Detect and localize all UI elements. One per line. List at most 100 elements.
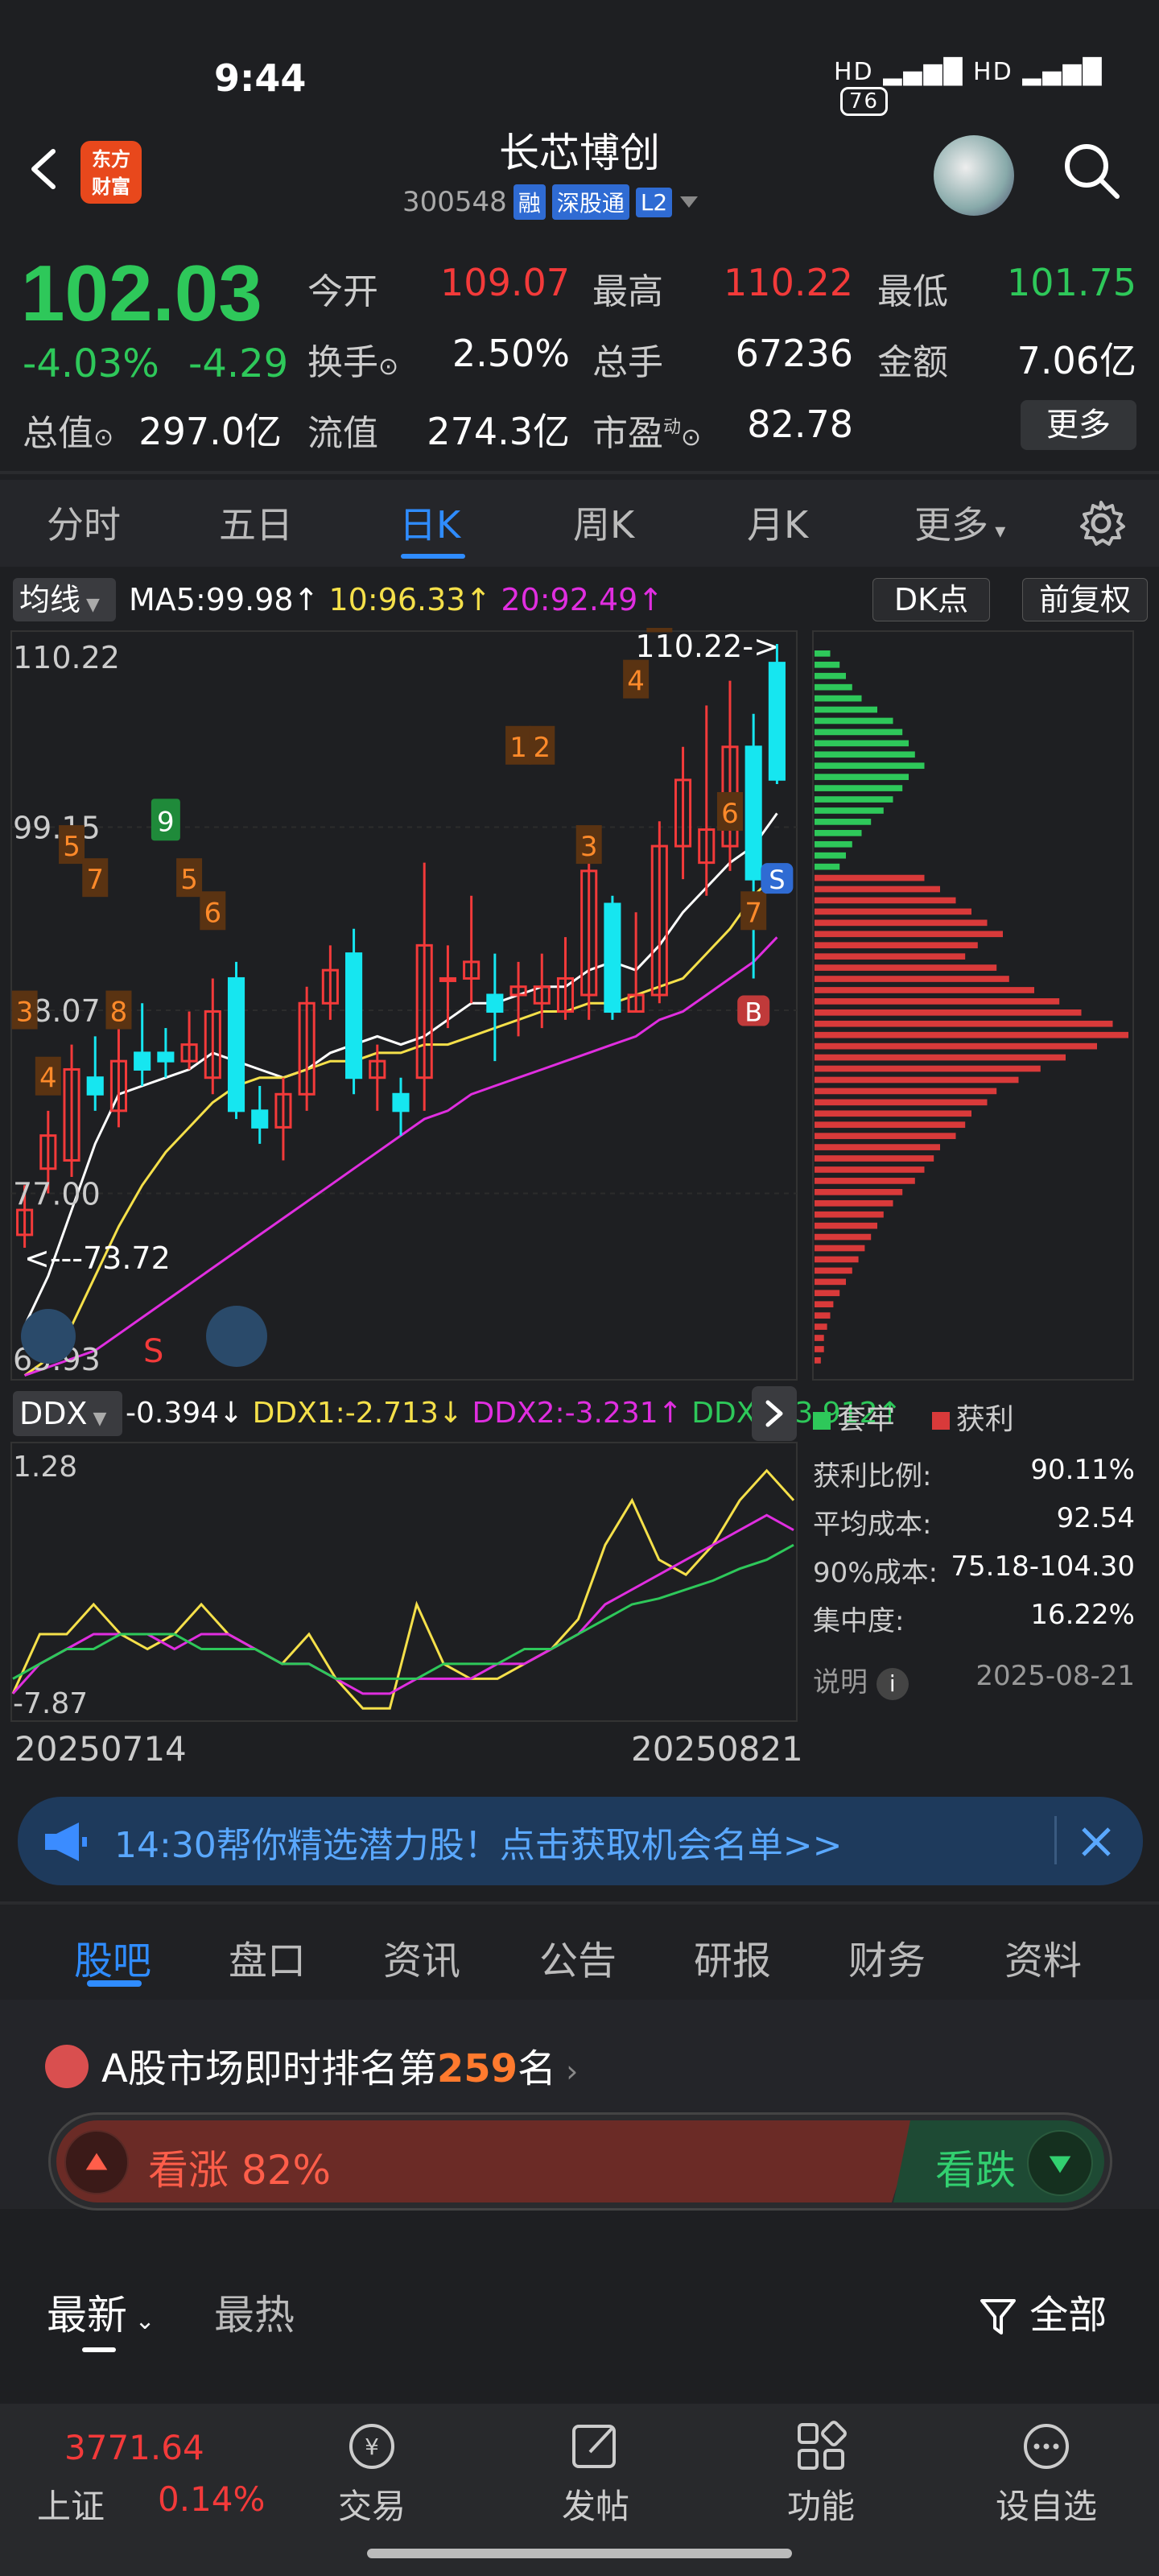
nav-add-watchlist[interactable]: 设自选 bbox=[982, 2418, 1111, 2529]
chip-bar-trapped bbox=[815, 852, 846, 859]
current-price: 102.03 bbox=[21, 249, 262, 337]
floatcap-value: 274.3亿 bbox=[427, 410, 570, 453]
stock-code: 300548 bbox=[402, 186, 507, 218]
td-count-number: 5 bbox=[180, 864, 198, 896]
dk-point-button[interactable]: DK点 bbox=[872, 578, 990, 621]
chip-bar-profit bbox=[815, 908, 971, 915]
ddx-value: -0.394↓ bbox=[126, 1397, 244, 1430]
ddx-selector[interactable]: DDX ▼ bbox=[13, 1391, 122, 1436]
mktcap-label[interactable]: 总值⊙ bbox=[23, 404, 113, 456]
tab-orderbook[interactable]: 盘口 bbox=[229, 1929, 306, 1985]
tab-weekly-k[interactable]: 周K bbox=[573, 496, 634, 549]
index-value[interactable]: 3771.64 bbox=[64, 2428, 204, 2467]
candle-body bbox=[157, 1051, 175, 1063]
chip-bar-profit bbox=[815, 1290, 840, 1297]
triangle-up-icon[interactable] bbox=[64, 2130, 129, 2194]
chip-note[interactable]: 说明 i 2025-08-21 bbox=[813, 1660, 1135, 1708]
kline-chart[interactable]: 110.2299.1588.0777.0065.93110.22-><---73… bbox=[0, 628, 805, 1385]
close-icon[interactable] bbox=[1075, 1821, 1117, 1863]
ma-values: MA5:99.98↑ 10:96.33↑ 20:92.49↑ bbox=[129, 578, 663, 621]
ddx-chart[interactable]: 1.28 -7.87 bbox=[0, 1441, 805, 1723]
back-arrow-icon[interactable] bbox=[18, 143, 69, 195]
tab-announcements[interactable]: 公告 bbox=[539, 1929, 617, 1985]
ddx2-value: DDX2:-3.231↑ bbox=[472, 1397, 683, 1430]
chip-bar-trapped bbox=[815, 683, 852, 691]
active-tab-indicator bbox=[87, 1980, 142, 1987]
feed-sort-hot[interactable]: 最热 bbox=[214, 2283, 295, 2341]
y-axis-label: 110.22 bbox=[13, 640, 120, 675]
index-name[interactable]: 上证 bbox=[37, 2479, 105, 2529]
nav-trade[interactable]: ¥ 交易 bbox=[307, 2418, 436, 2529]
candle-body bbox=[604, 902, 621, 1013]
more-button[interactable]: 更多 bbox=[1021, 400, 1136, 450]
dropdown-triangle-icon bbox=[680, 196, 699, 208]
vote-up-label[interactable]: 看涨 82% bbox=[148, 2138, 331, 2196]
adjust-price-button[interactable]: 前复权 bbox=[1022, 578, 1148, 621]
ma-selector[interactable]: 均线 ▼ bbox=[13, 578, 116, 621]
nav-post[interactable]: 发帖 bbox=[531, 2418, 660, 2529]
search-icon[interactable] bbox=[1059, 138, 1124, 203]
floatcap-label: 流值 bbox=[307, 413, 378, 454]
vote-down-label[interactable]: 看跌 bbox=[935, 2138, 1016, 2196]
tab-more[interactable]: 更多 ▾ bbox=[914, 496, 1005, 549]
yen-cycle-icon: ¥ bbox=[349, 2424, 394, 2469]
pe-label[interactable]: 市盈动⊙ bbox=[592, 404, 701, 456]
app-logo[interactable]: 东方 财富 bbox=[80, 141, 142, 204]
tab-forum[interactable]: 股吧 bbox=[74, 1929, 151, 1985]
tab-finance[interactable]: 财务 bbox=[848, 1929, 926, 1985]
date-end: 20250821 bbox=[631, 1729, 803, 1769]
info-icon: ⊙ bbox=[93, 423, 114, 452]
chip-bar-trapped bbox=[815, 762, 925, 770]
volume-value: 67236 bbox=[735, 332, 853, 375]
chip-distribution-chart[interactable] bbox=[811, 628, 1136, 1385]
change-value: -4.29 bbox=[188, 341, 289, 386]
chip-bar-profit bbox=[815, 1133, 956, 1139]
chip-bar-profit bbox=[815, 1222, 877, 1229]
chip-bar-trapped bbox=[815, 695, 862, 702]
amount-label: 金额 bbox=[877, 342, 948, 383]
td-count-number: 7 bbox=[744, 897, 762, 929]
y-axis-label: 99.15 bbox=[13, 811, 101, 846]
stock-code-row[interactable]: 300548 融 深股通 L2 bbox=[402, 184, 699, 221]
ddx1-line bbox=[11, 1468, 795, 1710]
rank-link[interactable]: A股市场即时排名第259名 › bbox=[101, 2037, 578, 2093]
tab-monthly-k[interactable]: 月K bbox=[747, 496, 808, 549]
chip-bar-profit bbox=[815, 1267, 852, 1274]
td-count-number: 2 bbox=[533, 732, 551, 764]
signal-icon: HD ▂▄▆█ HD ▂▄▆█ bbox=[834, 58, 1103, 86]
chip-bar-profit bbox=[815, 998, 1060, 1005]
info-icon: i bbox=[876, 1668, 909, 1700]
tab-news[interactable]: 资讯 bbox=[383, 1929, 460, 1985]
candle-body bbox=[345, 952, 363, 1080]
tab-research[interactable]: 研报 bbox=[694, 1929, 771, 1985]
index-change[interactable]: 0.14% bbox=[158, 2479, 265, 2519]
open-value: 109.07 bbox=[440, 261, 570, 304]
settings-gear-icon[interactable] bbox=[1075, 497, 1127, 549]
stock-name[interactable]: 长芯博创 bbox=[419, 121, 740, 179]
chip-bar-profit bbox=[815, 1065, 1041, 1072]
edit-icon bbox=[572, 2425, 616, 2468]
chip-bar-trapped bbox=[815, 729, 903, 736]
feed-filter[interactable]: 全部 bbox=[979, 2283, 1107, 2339]
chip-bar-profit bbox=[815, 1099, 988, 1106]
tab-five-day[interactable]: 五日 bbox=[219, 496, 293, 549]
td-count-number: 3 bbox=[580, 831, 598, 863]
tab-intraday[interactable]: 分时 bbox=[47, 496, 121, 549]
turnover-label[interactable]: 换手⊙ bbox=[307, 333, 398, 385]
tab-daily-k[interactable]: 日K bbox=[399, 496, 460, 549]
ma10-value: 10:96.33↑ bbox=[328, 582, 492, 617]
feed-sort-latest[interactable]: 最新 ⌄ bbox=[47, 2283, 155, 2341]
grid-icon bbox=[798, 2421, 847, 2470]
period-tabs: 分时 五日 日K 周K 月K 更多 ▾ bbox=[0, 480, 1159, 567]
chip-bar-trapped bbox=[815, 751, 915, 758]
chip-bar-profit bbox=[815, 942, 978, 949]
chevron-right-icon[interactable] bbox=[752, 1386, 797, 1441]
ma20-value: 20:92.49↑ bbox=[501, 582, 664, 617]
chip-bar-trapped bbox=[815, 863, 840, 870]
robot-assistant-icon[interactable] bbox=[934, 135, 1014, 216]
nav-functions[interactable]: 功能 bbox=[757, 2418, 885, 2529]
banner-text[interactable]: 14:30帮你精选潜力股！点击获取机会名单>> bbox=[114, 1816, 843, 1868]
tab-profile[interactable]: 资料 bbox=[1004, 1929, 1082, 1985]
chip-bar-profit bbox=[815, 874, 925, 881]
triangle-down-icon[interactable] bbox=[1027, 2130, 1093, 2196]
